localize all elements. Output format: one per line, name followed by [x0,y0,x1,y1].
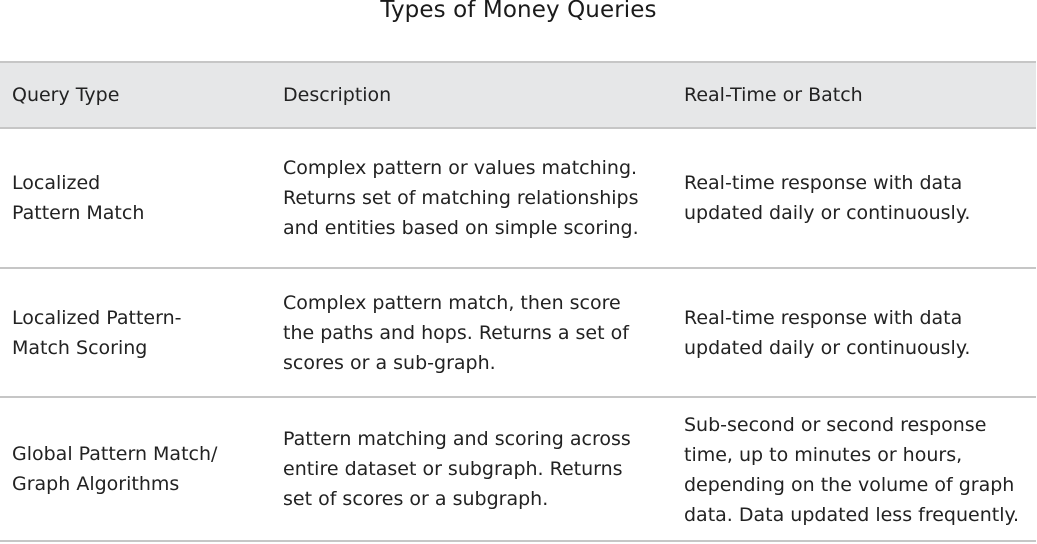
table-row: Global Pattern Match/ Graph Algorithms P… [0,397,1036,542]
timing-text: Real-time response with data updated dai… [684,172,971,224]
cell-timing: Real-time response with data updated dai… [672,128,1036,269]
query-type-text: Localized Pattern- Match Scoring [12,306,182,359]
header-query-type: Query Type [0,61,271,129]
money-queries-table: Query Type Description Real-Time or Batc… [0,61,1036,542]
query-type-text: Global Pattern Match/ Graph Algorithms [12,443,218,495]
table-header-row: Query Type Description Real-Time or Batc… [0,61,1036,129]
description-text: Pattern matching and scoring across enti… [283,428,631,510]
cell-description: Complex pattern or values matching. Retu… [271,128,672,269]
cell-description: Pattern matching and scoring across enti… [271,397,672,542]
description-text: Complex pattern or values matching. Retu… [283,157,639,239]
cell-timing: Real-time response with data updated dai… [672,268,1036,398]
table-title: Types of Money Queries [380,0,657,23]
cell-timing: Sub-second or second response time, up t… [672,397,1036,542]
timing-text: Sub-second or second response time, up t… [684,414,1020,526]
timing-text: Real-time response with data updated dai… [684,306,971,359]
cell-description: Complex pattern match, then score the pa… [271,268,672,398]
header-description: Description [271,61,672,129]
cell-query-type: Localized Pattern- Match Scoring [0,268,271,398]
cell-query-type: Localized Pattern Match [0,128,271,269]
header-real-time-or-batch: Real-Time or Batch [672,61,1036,129]
table-row: Localized Pattern- Match Scoring Complex… [0,268,1036,398]
query-type-text: Localized Pattern Match [12,172,145,224]
description-text: Complex pattern match, then score the pa… [283,291,629,374]
table-row: Localized Pattern Match Complex pattern … [0,128,1036,269]
cell-query-type: Global Pattern Match/ Graph Algorithms [0,397,271,542]
